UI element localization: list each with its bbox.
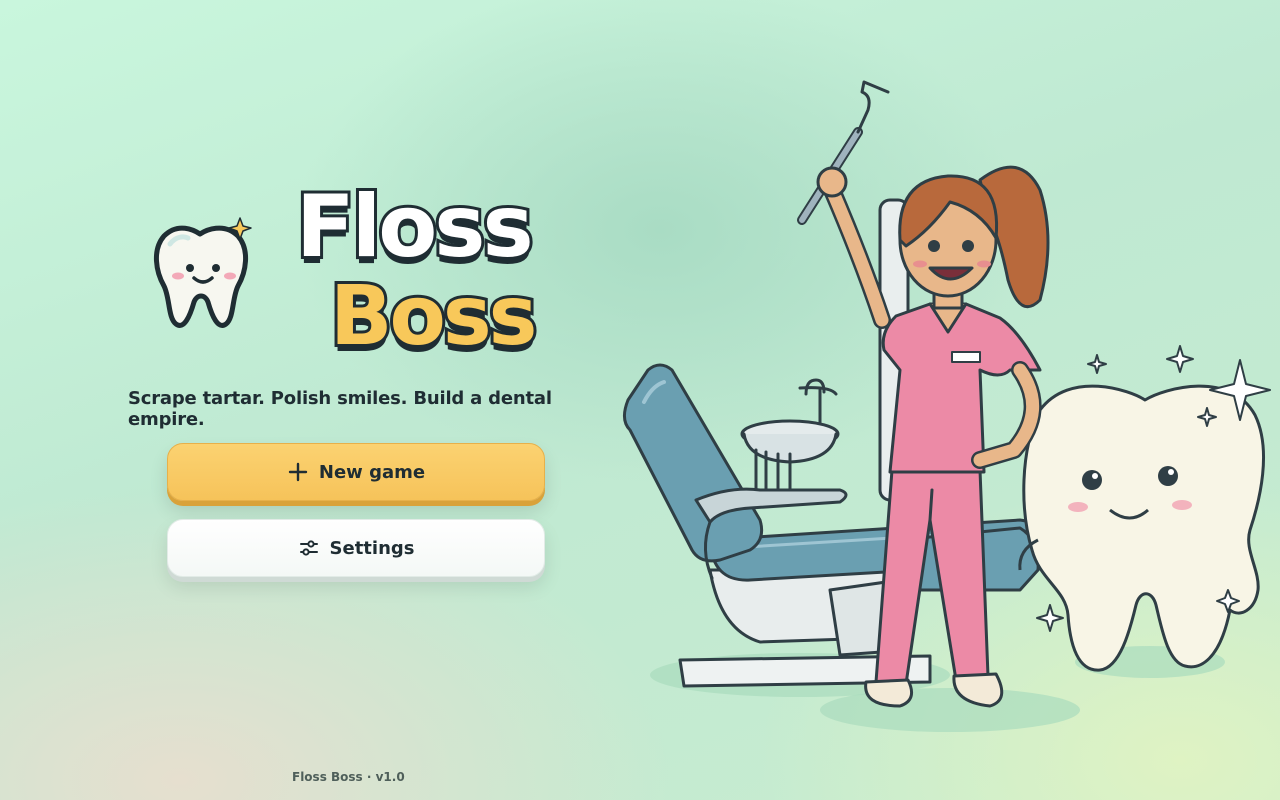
settings-label: Settings [329,537,415,559]
dentist-scene-illustration [623,80,1271,732]
version-label: Floss Boss · v1.0 [292,770,405,784]
new-game-label: New game [318,461,426,483]
tooth-mascot [1018,384,1265,672]
game-title-line1: Floss [293,177,537,277]
tagline: Scrape tartar. Polish smiles. Build a de… [128,388,552,430]
sliders-icon [299,540,318,556]
settings-button[interactable]: Settings [167,519,545,577]
game-title-line2: Boss [327,269,540,364]
logo-tooth-icon [154,217,252,328]
plus-icon [288,462,308,482]
ground-shadow [820,688,1080,732]
new-game-button[interactable]: New game [167,443,545,501]
